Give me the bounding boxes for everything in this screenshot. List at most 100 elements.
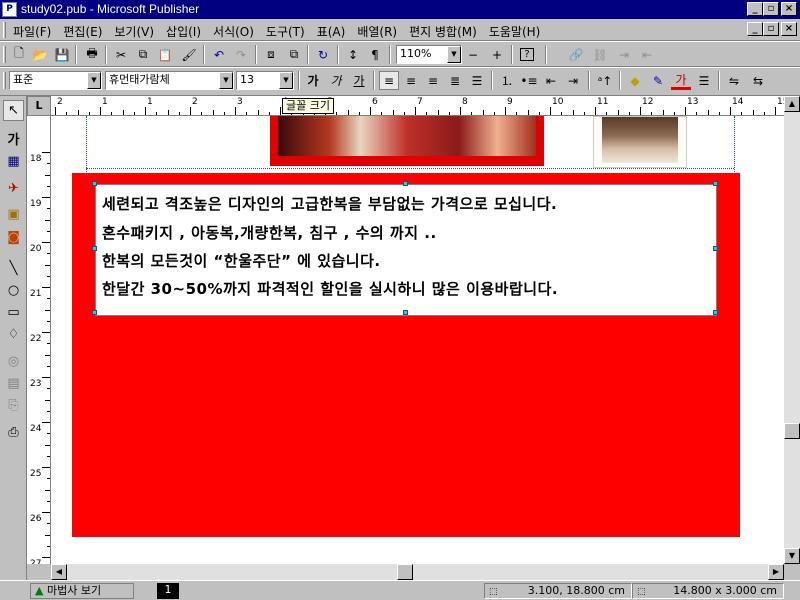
rotate-icon[interactable]: ↻ [313,45,333,64]
numbered-list-icon[interactable]: ⒈ [497,71,517,90]
doc-minimize-button[interactable]: _ [747,22,763,36]
line-style-icon[interactable]: ☰ [694,71,714,90]
html-fragment-icon[interactable]: ⎘ [3,395,24,416]
font-color-button[interactable]: 가 [671,71,691,90]
design-gallery-icon[interactable]: ⎙ [3,422,24,443]
unlink-icon[interactable]: ⛓ [590,45,610,64]
pointer-tool-icon[interactable]: ↖ [3,100,24,121]
chevron-down-icon[interactable]: ▼ [219,72,233,89]
toolbar-grip[interactable] [3,72,6,89]
table-tool-icon[interactable]: ▦ [3,151,24,172]
horizontal-ruler[interactable]: 2112345678910111213141516171819 [51,96,784,116]
text-frame-tool[interactable]: 가 [3,128,24,149]
zoom-in-button[interactable]: + [487,45,507,64]
vertical-scrollbar[interactable]: ▲ ▼ [784,96,800,564]
custom-shapes-icon[interactable]: ♢ [3,324,24,345]
horizontal-scroll-thumb[interactable] [397,564,413,580]
doc-close-button[interactable]: × [781,22,797,36]
distribute-icon[interactable]: ☰ [467,71,487,90]
resize-handle[interactable] [403,310,408,315]
menu-table[interactable]: 표(A) [316,23,347,40]
toolbar-grip[interactable] [3,46,6,63]
line-color-icon[interactable]: ✎ [648,71,668,90]
increase-indent-icon[interactable]: ⇥ [563,71,583,90]
doc-restore-button[interactable]: ▫ [763,22,779,36]
chevron-down-icon[interactable]: ▼ [279,72,293,89]
save-icon[interactable]: 💾 [52,45,72,64]
hot-spot-icon[interactable]: ◎ [3,351,24,372]
pilcrow-icon[interactable]: ¶ [365,45,385,64]
undo-icon[interactable]: ↶ [209,45,229,64]
close-button[interactable]: × [781,2,797,16]
resize-handle[interactable] [403,181,408,186]
send-to-back-icon[interactable]: ⧉ [284,45,304,64]
vertical-ruler[interactable]: 18 19 20 21 22 23 24 25 26 27 [27,116,51,564]
hanbok-picture-frame-2[interactable] [593,116,687,168]
zoom-select[interactable]: 110% ▼ [396,45,462,64]
bulleted-list-icon[interactable]: •≡ [519,71,539,90]
resize-handle[interactable] [92,181,97,186]
special-characters-icon[interactable]: ↕ [343,45,363,64]
publisher-icon[interactable]: P [2,2,17,17]
bold-button[interactable]: 가 [303,71,323,90]
menu-grip[interactable] [3,22,6,38]
format-painter-icon[interactable]: 🖌 [179,45,199,64]
chevron-down-icon[interactable]: ▼ [87,72,101,89]
rectangle-tool-icon[interactable]: ▭ [3,302,24,323]
scroll-right-icon[interactable]: ▶ [768,564,784,580]
cut-icon[interactable]: ✂ [111,45,131,64]
text-line-3[interactable]: 한복의 모든것이 “한울주단” 에 있습니다. [102,251,381,271]
oval-tool-icon[interactable]: ○ [3,280,24,301]
menu-help[interactable]: 도움말(H) [488,23,542,40]
align-objects-icon[interactable]: ⇋ [724,71,744,90]
form-control-icon[interactable]: ▤ [3,373,24,394]
minimize-button[interactable]: _ [747,2,763,16]
clip-art-icon[interactable]: ◙ [3,227,24,248]
chevron-down-icon[interactable]: ▼ [447,46,461,63]
font-size-up-icon[interactable]: ᵃ↑ [595,71,615,90]
next-frame-icon[interactable]: ⇥ [614,45,634,64]
decrease-indent-icon[interactable]: ⇤ [541,71,561,90]
page-navigator[interactable]: 1 [157,583,179,599]
style-select[interactable]: 표준 ▼ [9,71,102,90]
resize-handle[interactable] [713,246,718,251]
redo-icon[interactable]: ↷ [231,45,251,64]
scroll-up-icon[interactable]: ▲ [784,96,800,112]
menu-edit[interactable]: 편집(E) [62,23,103,40]
vertical-scroll-thumb[interactable] [784,423,800,439]
align-center-icon[interactable]: ≡ [401,71,421,90]
menu-tools[interactable]: 도구(T) [265,23,306,40]
align-left-icon[interactable]: ≡ [379,71,399,90]
menu-arrange[interactable]: 배열(R) [356,23,398,40]
text-line-2[interactable]: 혼수패키지 , 아동복,개량한복, 침구 , 수의 까지 .. [102,223,437,243]
wordart-tool-icon[interactable]: ✈ [3,178,24,199]
underline-button[interactable]: 가 [349,71,369,90]
text-line-1[interactable]: 세련되고 격조높은 디자인의 고급한복을 부담없는 가격으로 모십니다. [102,194,557,214]
wizard-button[interactable]: ▲ 마법사 보기 [30,583,134,599]
menu-view[interactable]: 보기(V) [113,23,155,40]
link-icon[interactable]: 🔗 [566,45,586,64]
horizontal-scrollbar[interactable]: ◀ ▶ [51,564,784,580]
resize-handle[interactable] [92,310,97,315]
ruler-origin[interactable]: L [27,96,51,116]
resize-handle[interactable] [713,181,718,186]
help-icon[interactable]: ? [517,45,537,64]
align-right-icon[interactable]: ≡ [423,71,443,90]
picture-frame-icon[interactable]: ▣ [3,204,24,225]
previous-frame-icon[interactable]: ⇤ [637,45,657,64]
scroll-left-icon[interactable]: ◀ [51,564,67,580]
line-tool-icon[interactable]: ╲ [3,258,24,279]
zoom-out-button[interactable]: − [463,45,483,64]
print-icon[interactable]: 🖶 [82,45,102,64]
document-workspace[interactable]: 세련되고 격조높은 디자인의 고급한복을 부담없는 가격으로 모십니다. 혼수패… [51,116,784,564]
menu-mail-merge[interactable]: 편지 병합(M) [408,23,478,40]
copy-icon[interactable]: ⧉ [133,45,153,64]
maximize-button[interactable]: ▫ [763,2,779,16]
text-line-4[interactable]: 한달간 30~50%까지 파격적인 할인을 실시하니 많은 이용바랍니다. [102,279,558,299]
font-select[interactable]: 휴먼태가람체 ▼ [105,71,234,90]
hanbok-picture-frame[interactable] [270,116,544,166]
fill-color-icon[interactable]: ◆ [625,71,645,90]
new-icon[interactable]: 🗋 [9,45,29,64]
resize-handle[interactable] [713,310,718,315]
open-icon[interactable]: 📂 [30,45,50,64]
